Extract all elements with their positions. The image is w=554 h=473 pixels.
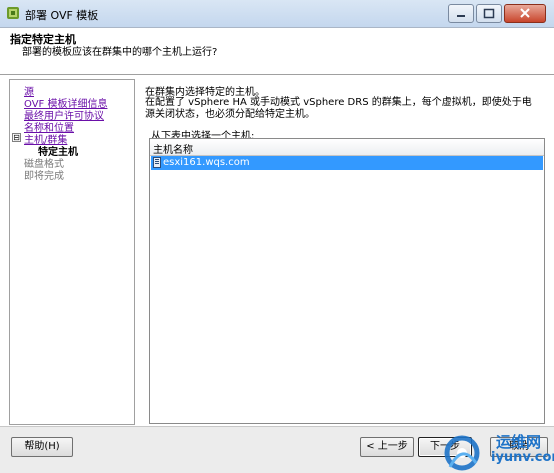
host-server-icon: [153, 157, 161, 168]
watermark-text: 运维网: [496, 433, 542, 451]
back-button[interactable]: < 上一步: [360, 437, 414, 457]
host-name: esxi161.wqs.com: [163, 157, 250, 168]
minimize-button[interactable]: [448, 4, 474, 23]
window-title: 部署 OVF 模板: [25, 9, 99, 22]
maximize-button[interactable]: [476, 4, 502, 23]
wizard-header: 指定特定主机 部署的模板应该在群集中的哪个主机上运行?: [0, 28, 554, 75]
page-subtitle: 部署的模板应该在群集中的哪个主机上运行?: [22, 47, 218, 58]
table-row[interactable]: esxi161.wqs.com: [151, 156, 543, 170]
nav-step-ready: 即将完成: [24, 171, 64, 182]
wizard-steps-nav: 源 OVF 模板详细信息 最终用户许可协议 名称和位置 ⊟ 主机/群集 特定主机…: [9, 79, 135, 425]
vsphere-app-icon: [7, 7, 19, 19]
column-header-host-name[interactable]: 主机名称: [150, 139, 544, 156]
host-table[interactable]: 主机名称 esxi161.wqs.com: [149, 138, 545, 424]
maximize-icon: [483, 8, 495, 19]
wizard-footer: 帮助(H) < 上一步 下一步 取消 运维网 iyunv.com: [0, 426, 554, 473]
close-icon: [520, 8, 530, 18]
description-text: 在配置了 vSphere HA 或手动模式 vSphere DRS 的群集上，每…: [145, 97, 532, 120]
column-header-label: 主机名称: [153, 145, 193, 156]
intro-text: 在群集内选择特定的主机。: [145, 87, 265, 98]
tree-collapse-icon[interactable]: ⊟: [12, 133, 21, 142]
title-bar: 部署 OVF 模板: [0, 0, 554, 28]
help-button[interactable]: 帮助(H): [11, 437, 73, 457]
watermark-logo-icon: [444, 435, 480, 471]
main-content: 在群集内选择特定的主机。 在配置了 vSphere HA 或手动模式 vSphe…: [138, 79, 545, 424]
watermark-url: iyunv.com: [491, 450, 554, 465]
close-button[interactable]: [504, 4, 546, 23]
minimize-icon: [457, 15, 465, 17]
